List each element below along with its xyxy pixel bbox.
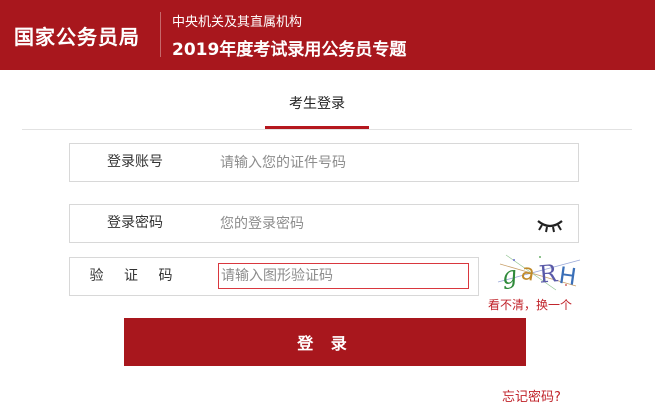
header-subtitle-small: 中央机关及其直属机构: [172, 15, 303, 30]
password-input[interactable]: [220, 214, 520, 234]
login-button[interactable]: 登 录: [124, 318, 526, 366]
account-input[interactable]: [220, 153, 520, 173]
header-bar: 国家公务员局 中央机关及其直属机构 2019年度考试录用公务员专题: [0, 0, 655, 70]
svg-text:H: H: [557, 263, 578, 291]
captcha-input[interactable]: [218, 263, 469, 289]
tab-candidate-login[interactable]: 考生登录: [265, 93, 369, 113]
svg-text:R: R: [538, 259, 559, 289]
captcha-image[interactable]: g a R H: [496, 252, 582, 292]
header-subtitle-large: 2019年度考试录用公务员专题: [172, 40, 407, 60]
eye-closed-icon[interactable]: [536, 217, 564, 233]
brand-title: 国家公务员局: [14, 25, 140, 49]
captcha-label: 验 证 码: [89, 268, 181, 284]
captcha-field: 验 证 码: [69, 257, 479, 296]
svg-text:g: g: [500, 260, 519, 290]
account-label: 登录账号: [107, 154, 163, 170]
svg-text:a: a: [519, 260, 537, 287]
header-divider: [160, 12, 161, 57]
password-label: 登录密码: [107, 215, 163, 231]
tab-divider: [22, 129, 632, 130]
forgot-password-link[interactable]: 忘记密码?: [502, 386, 561, 405]
password-field: 登录密码: [69, 204, 579, 243]
account-field: 登录账号: [69, 143, 579, 182]
refresh-captcha-link[interactable]: 看不清，换一个: [488, 296, 572, 313]
